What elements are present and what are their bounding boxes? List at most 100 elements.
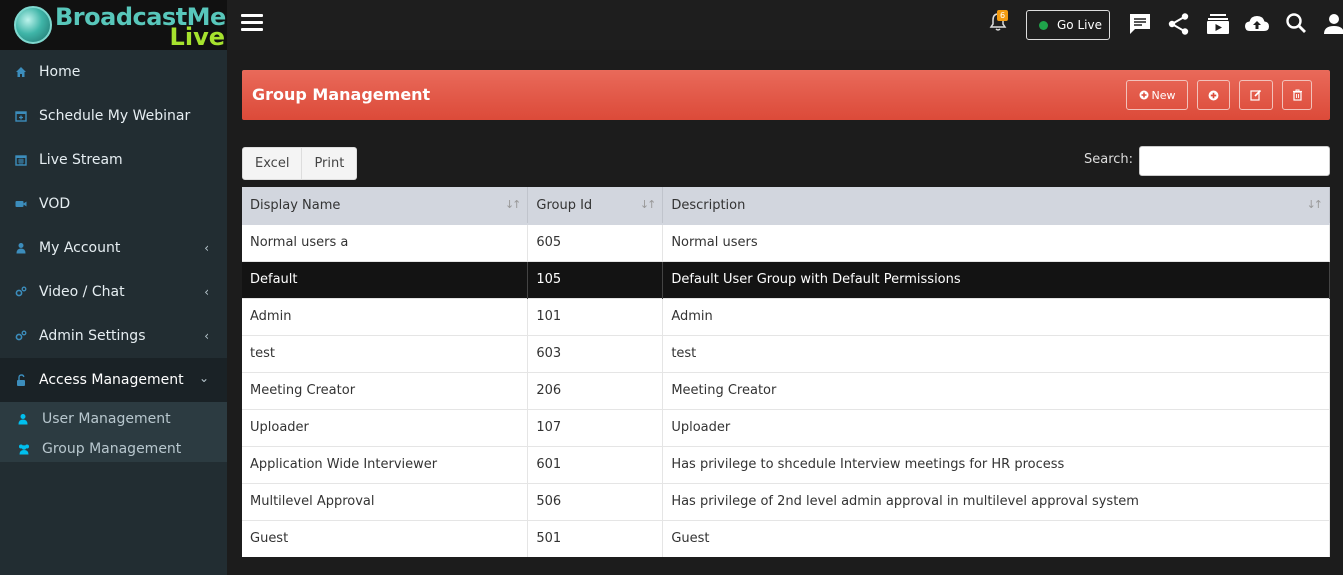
user-icon: [15, 242, 27, 254]
cell-group-id: 601: [527, 445, 664, 483]
sidebar-item-schedule-webinar[interactable]: Schedule My Webinar: [0, 94, 227, 138]
sort-icon: ↓↑: [639, 198, 657, 211]
trash-icon: [1292, 89, 1303, 101]
live-status-dot-icon: [1039, 20, 1048, 30]
search-input[interactable]: [1139, 146, 1330, 176]
cell-description: Uploader: [662, 408, 1330, 446]
sidebar-item-label: Admin Settings: [39, 328, 146, 344]
cell-description: Default User Group with Default Permissi…: [662, 260, 1330, 298]
top-navbar: 6 Go Live: [227, 0, 1343, 50]
table-row[interactable]: Guest 501 Guest: [242, 519, 1330, 557]
sidebar: BroadcastMe Live Home Schedule My Webina…: [0, 0, 227, 575]
cell-description: Meeting Creator: [662, 371, 1330, 409]
sidebar-item-video-chat[interactable]: Video / Chat ‹: [0, 270, 227, 314]
sidebar-item-vod[interactable]: VOD: [0, 182, 227, 226]
logo-text-secondary: Live: [169, 23, 225, 51]
page-title: Group Management: [252, 85, 431, 104]
cell-description: Admin: [662, 297, 1330, 335]
sidebar-item-label: Live Stream: [39, 152, 123, 168]
share-icon[interactable]: [1167, 12, 1191, 36]
sidebar-item-label: Access Management: [39, 372, 184, 388]
chat-icon[interactable]: [1128, 12, 1152, 36]
page-header: Group Management New: [242, 70, 1330, 120]
sidebar-subitem-label: User Management: [42, 411, 171, 427]
cell-description: Normal users: [662, 223, 1330, 261]
calendar-icon: [15, 154, 27, 166]
globe-logo-icon: [14, 6, 52, 44]
column-header-display-name[interactable]: Display Name ↓↑: [242, 187, 529, 224]
video-library-icon[interactable]: [1206, 12, 1230, 36]
search-label: Search:: [1084, 152, 1134, 167]
table-row[interactable]: Multilevel Approval 506 Has privilege of 2…: [242, 482, 1330, 520]
sidebar-item-admin-settings[interactable]: Admin Settings ‹: [0, 314, 227, 358]
user-icon: [17, 413, 29, 425]
cogs-icon: [15, 286, 27, 298]
export-button-group: Excel Print: [242, 147, 358, 180]
cell-group-id: 605: [527, 223, 664, 261]
go-live-button[interactable]: Go Live: [1026, 10, 1110, 40]
group-table: Display Name ↓↑ Group Id ↓↑ Description …: [242, 187, 1330, 557]
cell-description: test: [662, 334, 1330, 372]
sidebar-item-label: Home: [39, 64, 81, 80]
calendar-plus-icon: [15, 110, 27, 122]
table-row[interactable]: Uploader 107 Uploader: [242, 408, 1330, 446]
sidebar-subitem-label: Group Management: [42, 441, 182, 457]
cell-display-name: Uploader: [242, 408, 529, 446]
cell-display-name: Normal users a: [242, 223, 529, 261]
table-row[interactable]: Default 105 Default User Group with Defaul…: [242, 260, 1330, 298]
delete-button[interactable]: [1282, 80, 1312, 110]
home-icon: [15, 66, 27, 78]
logo[interactable]: BroadcastMe Live: [0, 0, 227, 51]
user-profile-icon[interactable]: [1323, 12, 1343, 36]
sidebar-subitem-group-management[interactable]: Group Management: [0, 434, 227, 464]
cell-group-id: 603: [527, 334, 664, 372]
table-header-row: Display Name ↓↑ Group Id ↓↑ Description …: [242, 187, 1330, 224]
cloud-upload-icon[interactable]: [1244, 12, 1269, 36]
print-button[interactable]: Print: [302, 147, 358, 180]
table-row[interactable]: Admin 101 Admin: [242, 297, 1330, 335]
sidebar-item-label: VOD: [39, 196, 71, 212]
cell-display-name: Multilevel Approval: [242, 482, 529, 520]
sidebar-item-access-management[interactable]: Access Management ⌄: [0, 358, 227, 402]
column-header-description[interactable]: Description ↓↑: [662, 187, 1330, 224]
sidebar-item-live-stream[interactable]: Live Stream: [0, 138, 227, 182]
notification-count-badge: 6: [997, 10, 1008, 21]
cell-description: Guest: [662, 519, 1330, 557]
table-row[interactable]: Meeting Creator 206 Meeting Creator: [242, 371, 1330, 409]
cell-display-name: Meeting Creator: [242, 371, 529, 409]
new-button[interactable]: New: [1126, 80, 1188, 110]
chevron-left-icon: ‹: [204, 285, 209, 299]
table-row[interactable]: Normal users a 605 Normal users: [242, 223, 1330, 261]
table-row[interactable]: Application Wide Interviewer 601 Has privi…: [242, 445, 1330, 483]
sidebar-item-home[interactable]: Home: [0, 50, 227, 94]
cell-group-id: 206: [527, 371, 664, 409]
sidebar-item-label: Schedule My Webinar: [39, 108, 191, 124]
cell-display-name: Application Wide Interviewer: [242, 445, 529, 483]
cell-description: Has privilege to shcedule Interview meet…: [662, 445, 1330, 483]
hamburger-menu-icon[interactable]: [241, 14, 263, 34]
add-button[interactable]: [1197, 80, 1230, 110]
edit-button[interactable]: [1239, 80, 1273, 110]
cell-group-id: 105: [527, 260, 664, 298]
sidebar-subitem-user-management[interactable]: User Management: [0, 404, 227, 434]
cell-group-id: 101: [527, 297, 664, 335]
cell-group-id: 107: [527, 408, 664, 446]
cell-display-name: Default: [242, 260, 529, 298]
sidebar-item-label: Video / Chat: [39, 284, 125, 300]
cell-group-id: 506: [527, 482, 664, 520]
excel-button[interactable]: Excel: [242, 147, 303, 180]
main-content: Group Management New Excel Print Search:: [227, 50, 1343, 575]
unlock-icon: [15, 374, 27, 386]
sidebar-item-my-account[interactable]: My Account ‹: [0, 226, 227, 270]
cell-display-name: Guest: [242, 519, 529, 557]
column-header-group-id[interactable]: Group Id ↓↑: [527, 187, 664, 224]
search-icon[interactable]: [1285, 12, 1309, 36]
users-icon: [17, 443, 31, 455]
edit-icon: [1250, 89, 1262, 101]
cell-display-name: test: [242, 334, 529, 372]
chevron-down-icon: ⌄: [198, 371, 209, 385]
sort-icon: ↓↑: [504, 198, 522, 211]
sidebar-nav: Home Schedule My Webinar Live Stream VOD…: [0, 50, 227, 402]
chevron-left-icon: ‹: [204, 241, 209, 255]
table-row[interactable]: test 603 test: [242, 334, 1330, 372]
